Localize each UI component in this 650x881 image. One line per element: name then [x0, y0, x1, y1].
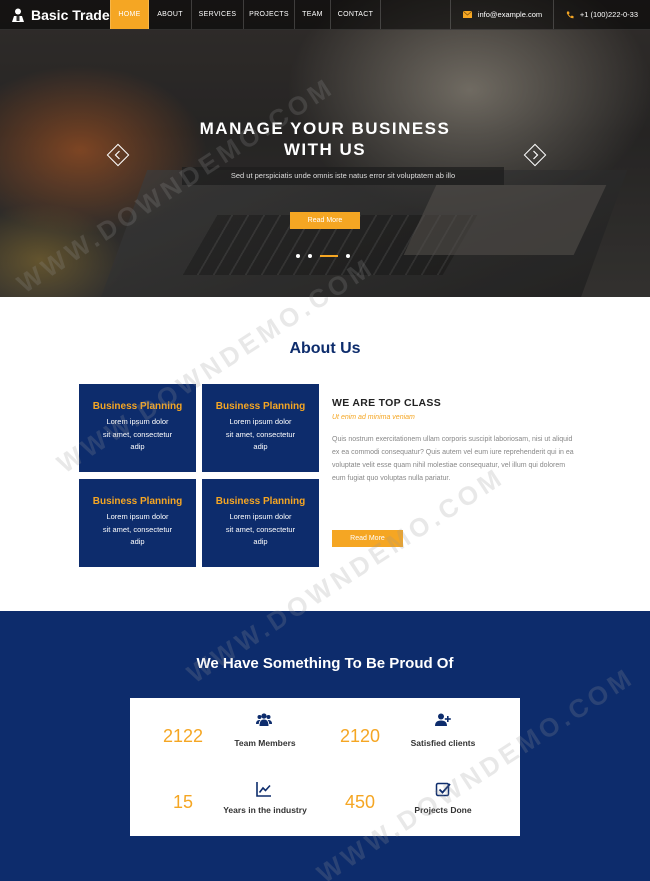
stat-number: 2122: [162, 726, 204, 746]
card-text: sit amet, consectetur: [102, 524, 173, 534]
slider-dot[interactable]: [296, 254, 300, 258]
nav-item-contact[interactable]: CONTACT: [331, 0, 381, 29]
brand-logo-icon: [12, 8, 24, 22]
users-icon: [256, 713, 272, 726]
stat-label: Projects Done: [414, 805, 472, 815]
phone-icon: [566, 11, 574, 18]
hero-title-line2: WITH US: [283, 140, 367, 159]
slider-dot[interactable]: [308, 254, 312, 258]
slider-dot-active[interactable]: [320, 255, 338, 257]
nav-email[interactable]: info@example.com: [449, 0, 553, 29]
achievements-title: We Have Something To Be Proud Of: [196, 655, 454, 672]
slider-prev-icon[interactable]: [106, 143, 130, 167]
card-title: Business Planning: [215, 401, 306, 412]
hero-title: MANAGE YOUR BUSINESS WITH US: [0, 118, 650, 160]
hero-read-more-button[interactable]: Read More: [290, 212, 360, 229]
nav-item-team[interactable]: TEAM: [295, 0, 331, 29]
card-title: Business Planning: [215, 496, 306, 507]
chart-line-icon: [256, 782, 271, 797]
email-text: info@example.com: [477, 10, 543, 19]
about-text-block: WE ARE TOP CLASS Ut enim ad minima venia…: [332, 397, 577, 485]
service-card[interactable]: Business Planning Lorem ipsum dolor sit …: [202, 384, 319, 472]
brand[interactable]: Basic Trade: [0, 0, 110, 29]
about-body: Quis nostrum exercitationem ullam corpor…: [332, 436, 574, 482]
card-text: sit amet, consectetur: [225, 524, 296, 534]
hero-title-line1: MANAGE YOUR BUSINESS: [199, 119, 451, 138]
about-heading: WE ARE TOP CLASS: [332, 397, 442, 409]
card-text: sit amet, consectetur: [102, 429, 173, 439]
slider-next-icon[interactable]: [523, 143, 547, 167]
stat-label: Satisfied clients: [410, 738, 476, 748]
phone-text: +1 (100)222-0-33: [579, 10, 638, 19]
about-tagline: Ut enim ad minima veniam: [332, 414, 415, 421]
card-text: Lorem ipsum dolor: [106, 417, 169, 426]
card-title: Business Planning: [92, 496, 183, 507]
stat-number: 15: [172, 792, 194, 812]
slider-dot[interactable]: [346, 254, 350, 258]
nav-item-services[interactable]: SERVICES: [192, 0, 244, 29]
brand-name: Basic Trade: [31, 6, 110, 23]
service-card[interactable]: Business Planning Lorem ipsum dolor sit …: [79, 479, 196, 567]
card-text: adip: [130, 442, 145, 451]
about-title: About Us: [289, 340, 361, 357]
user-plus-icon: [435, 713, 451, 726]
service-card[interactable]: Business Planning Lorem ipsum dolor sit …: [79, 384, 196, 472]
nav-item-home[interactable]: HOME: [110, 0, 149, 29]
service-card[interactable]: Business Planning Lorem ipsum dolor sit …: [202, 479, 319, 567]
top-nav: Basic Trade HOME ABOUT SERVICES PROJECTS…: [0, 0, 650, 30]
nav-item-projects[interactable]: PROJECTS: [244, 0, 295, 29]
nav-item-about[interactable]: ABOUT: [149, 0, 192, 29]
card-text: adip: [253, 537, 268, 546]
about-read-more-button[interactable]: Read More: [332, 530, 403, 547]
achievements-section: We Have Something To Be Proud Of 2122 Te…: [0, 611, 650, 881]
card-text: adip: [130, 537, 145, 546]
contact-info: info@example.com +1 (100)222-0-33: [449, 0, 650, 29]
slider-dots: [296, 254, 350, 258]
nav-phone[interactable]: +1 (100)222-0-33: [552, 0, 650, 29]
card-text: adip: [253, 442, 268, 451]
hero-subtitle: Sed ut perspiciatis unde omnis iste natu…: [182, 167, 504, 185]
stat-number: 2120: [339, 726, 381, 746]
card-text: sit amet, consectetur: [225, 429, 296, 439]
card-title: Business Planning: [92, 401, 183, 412]
card-text: Lorem ipsum dolor: [229, 417, 292, 426]
envelope-icon: [462, 11, 472, 18]
stat-number: 450: [344, 792, 376, 812]
stats-panel: 2122 Team Members 2120 Satisfied clients…: [130, 698, 520, 836]
check-square-icon: [435, 782, 451, 797]
card-text: Lorem ipsum dolor: [106, 512, 169, 521]
card-text: Lorem ipsum dolor: [229, 512, 292, 521]
main-menu: HOME ABOUT SERVICES PROJECTS TEAM CONTAC…: [110, 0, 381, 29]
stat-label: Team Members: [234, 738, 296, 748]
stat-label: Years in the industry: [223, 805, 307, 815]
